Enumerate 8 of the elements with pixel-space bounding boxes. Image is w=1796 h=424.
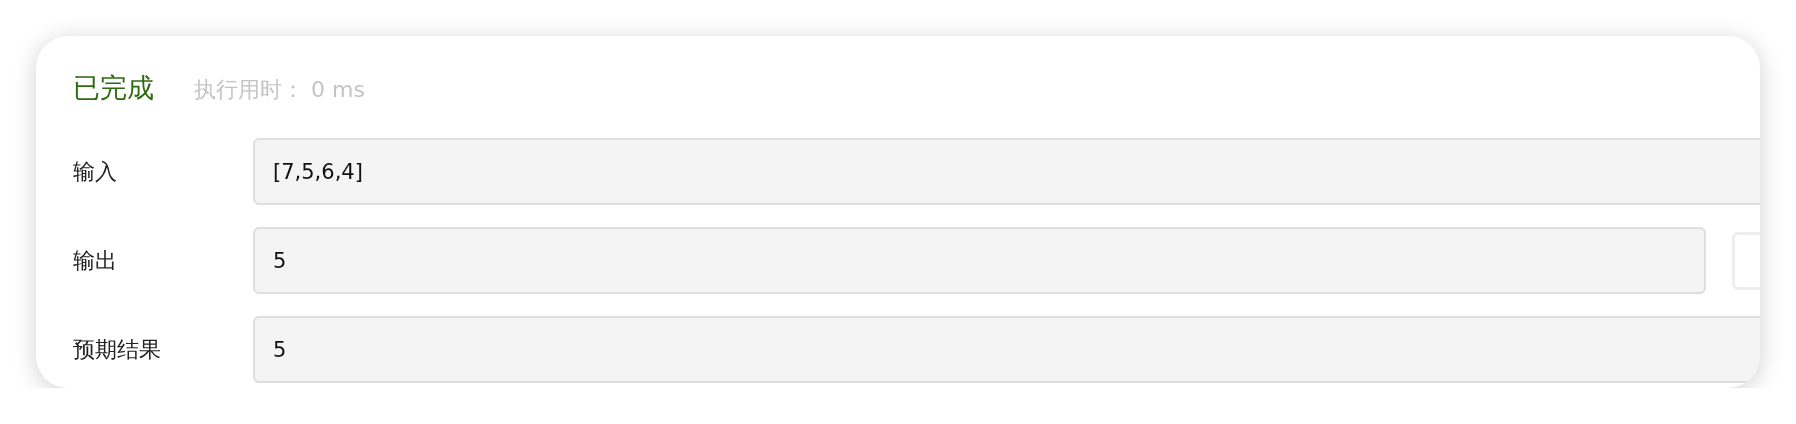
- value-field: 5: [253, 227, 1706, 294]
- value-field: [7,5,6,4]: [253, 138, 1760, 205]
- row-label: 预期结果: [73, 335, 162, 364]
- status-text: 已完成: [73, 71, 154, 105]
- runtime-text: 执行用时： 0 ms: [194, 76, 365, 104]
- value-field: 5: [253, 316, 1760, 383]
- row-label: 输入: [73, 157, 118, 186]
- row-label: 输出: [73, 246, 118, 275]
